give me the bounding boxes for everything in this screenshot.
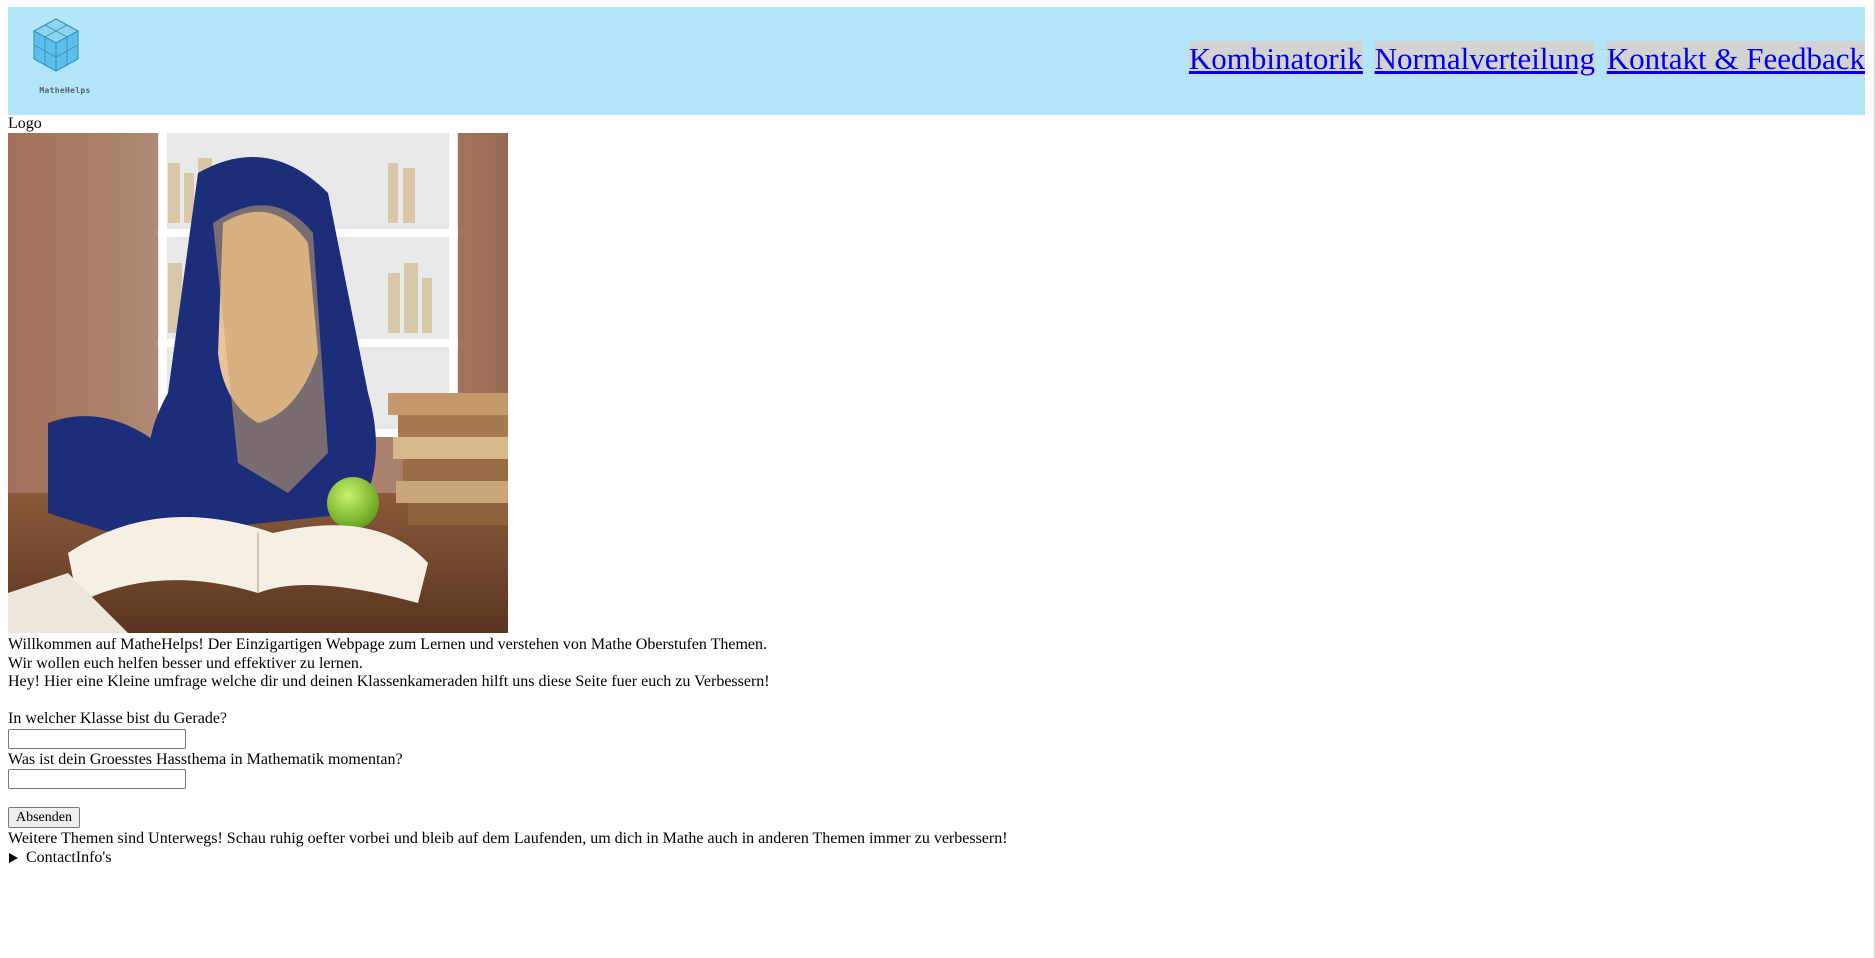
- hero-image: [8, 133, 508, 633]
- welcome-text: Willkommen auf MatheHelps! Der Einzigart…: [8, 636, 768, 653]
- more-topics-text: Weitere Themen sind Unterwegs! Schau ruh…: [8, 830, 1008, 847]
- survey-intro-text: Hey! Hier eine Kleine umfrage welche dir…: [8, 673, 770, 690]
- contact-info-label: ContactInfo's: [26, 848, 112, 866]
- submit-button[interactable]: Absenden: [8, 807, 80, 828]
- class-input[interactable]: [8, 728, 186, 749]
- main-nav: Kombinatorik Normalverteilung Kontakt & …: [1185, 39, 1865, 79]
- hated-topic-input[interactable]: [8, 769, 186, 789]
- mission-text: Wir wollen euch helfen besser und effekt…: [8, 654, 363, 672]
- contact-info-summary[interactable]: ContactInfo's: [8, 849, 1308, 868]
- disclosure-triangle-icon: [9, 852, 18, 863]
- site-logo[interactable]: MatheHelps: [28, 15, 104, 99]
- site-header: MatheHelps Kombinatorik Normalverteilung…: [8, 7, 1865, 115]
- survey-question-label: In welcher Klasse bist du Gerade?: [8, 710, 228, 727]
- nav-link-normalverteilung[interactable]: Normalverteilung: [1374, 41, 1595, 76]
- nav-link-kombinatorik[interactable]: Kombinatorik: [1188, 41, 1363, 76]
- cube-logo-icon: [32, 18, 80, 72]
- logo-alt-text: Logo: [8, 115, 42, 132]
- survey-form: In welcher Klasse bist du Gerade? Was is…: [8, 710, 1308, 828]
- survey-question-label: Was ist dein Groesstes Hassthema in Math…: [8, 750, 403, 768]
- logo-wordmark: MatheHelps: [39, 86, 91, 95]
- nav-link-kontakt-feedback[interactable]: Kontakt & Feedback: [1606, 41, 1865, 76]
- student-reading-photo: [8, 133, 508, 633]
- main-content: Willkommen auf MatheHelps! Der Einzigart…: [8, 636, 1308, 867]
